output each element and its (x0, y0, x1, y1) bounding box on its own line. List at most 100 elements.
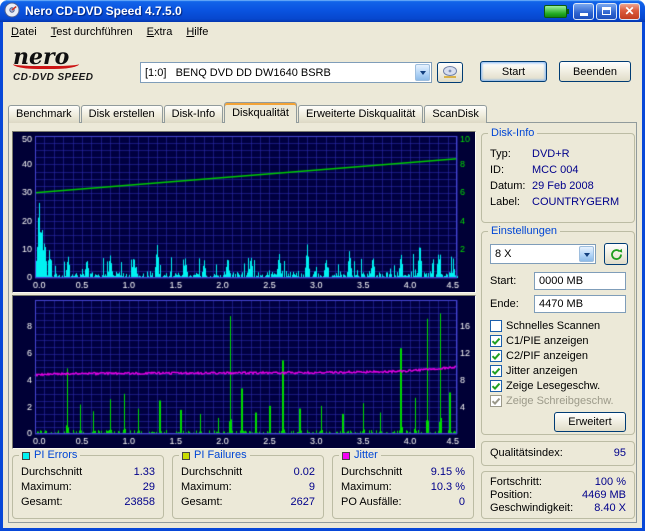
stat-group-pi-failures: PI Failures Durchschnitt 0.02 Maximum: 9 Gesa… (172, 449, 324, 519)
progress-group: Fortschritt: 100 % Position: 4469 MB Geschwi… (481, 471, 635, 519)
stat-group-title: PI Failures (179, 449, 250, 462)
pi-errors-chart (12, 131, 476, 293)
stat-group-pi-errors: PI Errors Durchschnitt 1.33 Maximum: 29 Gesam… (12, 449, 164, 519)
minimize-button[interactable] (573, 2, 594, 20)
tab-benchmark[interactable]: Benchmark (8, 105, 80, 123)
disk-info-row-id: ID: MCC 004 (482, 162, 634, 178)
checkbox-box[interactable] (490, 379, 502, 392)
stat-group-title-text: PI Errors (34, 449, 78, 461)
jitter-row-po-ausf-lle: PO Ausfälle: 0 (333, 495, 473, 510)
stat-group-jitter: Jitter Durchschnitt 9.15 % Maximum: 10.3 % PO… (332, 449, 474, 519)
checkbox-box[interactable] (490, 364, 502, 377)
menu-item-extra[interactable]: Extra (140, 23, 180, 41)
jitter-color-swatch (342, 451, 350, 460)
stat-group-rows: Durchschnitt 1.33 Maximum: 29 Gesamt: 23858 (13, 456, 163, 510)
progress-value: 8.40 X (594, 502, 626, 514)
progress-value: 4469 MB (581, 489, 626, 501)
quality-index-value: 95 (613, 447, 626, 459)
progress-rows: Fortschritt: 100 % Position: 4469 MB Geschwi… (482, 472, 634, 515)
disk-info-value: MCC 004 (532, 164, 579, 176)
scan-speed-selector[interactable]: 8 X (490, 244, 596, 264)
disk-info-rows: Typ: DVD+R ID: MCC 004 Datum: 29 Feb 2008 Labe… (482, 134, 634, 210)
stat-group-title-text: Jitter (354, 449, 378, 461)
start-field[interactable] (534, 272, 626, 290)
disk-info-row-datum: Datum: 29 Feb 2008 (482, 178, 634, 194)
settings-checkboxes: Schnelles Scannen C1/PIE anzeigen C2/PIF a… (490, 318, 632, 408)
settings-group: Einstellungen 8 X Start: Ende: Schnelles… (481, 225, 635, 435)
jitter-value: 0 (458, 496, 465, 508)
exit-button[interactable]: Beenden (559, 61, 631, 82)
chevron-down-icon[interactable] (579, 246, 594, 262)
disk-info-label: Datum: (490, 180, 526, 192)
checkbox-c2-pif-anzeigen[interactable]: C2/PIF anzeigen (490, 348, 632, 363)
tab-disk-erstellen[interactable]: Disk erstellen (80, 105, 163, 123)
advanced-button[interactable]: Erweitert (554, 412, 626, 432)
pi-errors-label: Gesamt: (21, 496, 63, 508)
pi-failures-label: Gesamt: (181, 496, 223, 508)
pi-failures-label: Maximum: (181, 481, 232, 493)
tab-erweiterte-diskqualit-t[interactable]: Erweiterte Diskqualität (297, 105, 424, 123)
nero-logo: nero CD·DVD SPEED (13, 46, 135, 83)
progress-row-fortschritt: Fortschritt: 100 % (482, 476, 634, 489)
check-icon (491, 397, 501, 405)
disk-info-label: Label: (490, 196, 520, 208)
disk-info-label: Typ: (490, 148, 511, 160)
tab-scandisk[interactable]: ScanDisk (424, 105, 487, 123)
checkbox-zeige-lesegeschw[interactable]: Zeige Lesegeschw. (490, 378, 632, 393)
checkbox-jitter-anzeigen[interactable]: Jitter anzeigen (490, 363, 632, 378)
window-body: Datei Test durchführen Extra Hilfe nero CD·… (3, 22, 642, 528)
disk-info-row-label: Label: COUNTRYGERM (482, 194, 634, 210)
checkbox-box[interactable] (490, 319, 502, 332)
progress-label: Position: (490, 489, 533, 501)
jitter-value: 9.15 % (430, 466, 465, 478)
start-button[interactable]: Start (480, 61, 547, 82)
chevron-down-icon[interactable] (415, 64, 430, 81)
end-field[interactable] (534, 295, 626, 313)
stat-group-title: PI Errors (19, 449, 81, 462)
stat-group-title: Jitter (339, 449, 381, 462)
jitter-row-maximum: Maximum: 10.3 % (333, 480, 473, 495)
title-bar[interactable]: Nero CD-DVD Speed 4.7.5.0 ✕ (0, 0, 645, 22)
checkbox-label: Jitter anzeigen (506, 364, 578, 377)
pi-failures-color-swatch (182, 451, 190, 460)
checkbox-c1-pie-anzeigen[interactable]: C1/PIE anzeigen (490, 333, 632, 348)
disk-info-group: Disk-Info Typ: DVD+R ID: MCC 004 Datum: 29 Fe… (481, 127, 635, 223)
disk-info-value: 29 Feb 2008 (532, 180, 594, 192)
tab-disk-info[interactable]: Disk-Info (163, 105, 224, 123)
close-button[interactable]: ✕ (619, 2, 640, 20)
menu-item-datei[interactable]: Datei (4, 23, 44, 41)
pi-failures-value: 2627 (290, 496, 315, 508)
pi-errors-label: Durchschnitt (21, 466, 83, 478)
refresh-button[interactable] (604, 243, 628, 265)
checkbox-label: C2/PIF anzeigen (506, 349, 588, 362)
progress-value: 100 % (594, 476, 626, 488)
maximize-button[interactable] (596, 2, 617, 20)
checkbox-label: Zeige Schreibgeschw. (506, 394, 614, 407)
pi-errors-value: 23858 (124, 496, 155, 508)
jitter-label: Maximum: (341, 481, 392, 493)
pi-failures-row-gesamt: Gesamt: 2627 (173, 495, 323, 510)
disk-info-value: DVD+R (532, 148, 570, 160)
checkbox-schnelles-scannen[interactable]: Schnelles Scannen (490, 318, 632, 333)
pi-failures-row-maximum: Maximum: 9 (173, 480, 323, 495)
quality-index-label: Qualitätsindex: (490, 447, 563, 459)
disk-info-row-typ: Typ: DVD+R (482, 146, 634, 162)
tab-diskqualit-t[interactable]: Diskqualität (224, 102, 297, 123)
eject-button[interactable] (437, 62, 463, 83)
disk-info-group-title: Disk-Info (488, 127, 538, 140)
stat-group-rows: Durchschnitt 9.15 % Maximum: 10.3 % PO Ausfä… (333, 456, 473, 510)
close-icon: ✕ (624, 4, 635, 18)
menu-item-test-durchf-hren[interactable]: Test durchführen (44, 23, 140, 41)
pi-errors-row-maximum: Maximum: 29 (13, 480, 163, 495)
app-icon (4, 2, 20, 21)
pi-errors-value: 1.33 (133, 466, 155, 478)
maximize-icon (602, 7, 611, 15)
eject-disc-icon (443, 66, 457, 78)
checkbox-box[interactable] (490, 349, 502, 362)
progress-label: Geschwindigkeit: (490, 502, 574, 514)
checkbox-box[interactable] (490, 334, 502, 347)
menu-item-hilfe[interactable]: Hilfe (179, 23, 215, 41)
progress-label: Fortschritt: (490, 476, 542, 488)
drive-selector[interactable]: [1:0] BENQ DVD DD DW1640 BSRB (140, 62, 432, 83)
check-icon (491, 367, 501, 375)
